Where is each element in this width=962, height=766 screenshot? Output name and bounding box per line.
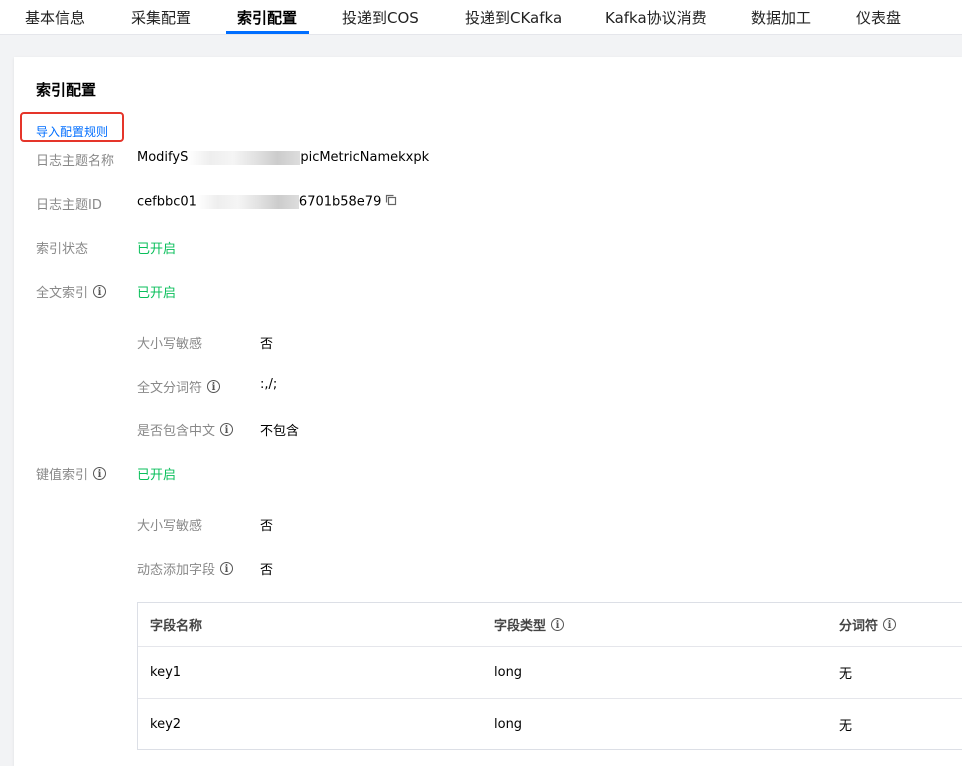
tokenizer-value: :,/;: [260, 377, 278, 392]
field-type-cell: long: [494, 717, 523, 732]
info-icon[interactable]: i: [220, 423, 234, 436]
import-config-rules-link[interactable]: 导入配置规则: [36, 123, 108, 140]
info-icon[interactable]: i: [883, 618, 897, 631]
column-header-field-type: 字段类型 i: [494, 603, 565, 646]
tab-bar: 基本信息 采集配置 索引配置 投递到COS 投递到CKafka Kafka协议消…: [0, 0, 962, 35]
tab-ship-to-ckafka[interactable]: 投递到CKafka: [465, 0, 562, 34]
info-icon[interactable]: i: [551, 618, 565, 631]
column-header-field-name: 字段名称: [150, 619, 203, 634]
include-chinese-label: 是否包含中文 i: [137, 420, 234, 439]
full-text-index-label: 全文索引 i: [36, 282, 107, 301]
topic-id-value: cefbbc01 6701b58e79: [137, 194, 397, 210]
field-type-cell: long: [494, 665, 523, 680]
kv-case-sensitive-label: 大小写敏感: [137, 519, 203, 534]
table-row: key1 long 无: [138, 647, 962, 699]
kv-case-sensitive-value: 否: [260, 519, 274, 534]
kv-index-value: 已开启: [137, 468, 177, 483]
topic-name-label: 日志主题名称: [36, 154, 115, 169]
dynamic-fields-value: 否: [260, 563, 274, 578]
tab-data-processing[interactable]: 数据加工: [751, 0, 811, 34]
index-status-label: 索引状态: [36, 242, 89, 257]
section-title: 索引配置: [36, 81, 97, 99]
tokenizer-cell: 无: [839, 667, 853, 682]
tokenizer-cell: 无: [839, 719, 853, 734]
tab-ship-to-cos[interactable]: 投递到COS: [342, 0, 419, 34]
tab-kafka-consumption[interactable]: Kafka协议消费: [605, 0, 707, 34]
redacted-blur: [196, 195, 299, 209]
index-status-value: 已开启: [137, 242, 177, 257]
table-header-row: 字段名称 字段类型 i 分词符 i: [138, 603, 962, 647]
info-icon[interactable]: i: [220, 562, 234, 575]
info-icon[interactable]: i: [93, 285, 107, 298]
full-text-case-sensitive-value: 否: [260, 337, 274, 352]
tab-collection-config[interactable]: 采集配置: [131, 0, 191, 34]
index-config-panel: 索引配置 导入配置规则 日志主题名称 ModifyS picMetricNamek…: [14, 57, 962, 766]
tab-dashboard[interactable]: 仪表盘: [856, 0, 901, 34]
topic-name-value: ModifyS picMetricNamekxpk: [137, 150, 430, 165]
info-icon[interactable]: i: [207, 380, 221, 393]
topic-id-label: 日志主题ID: [36, 198, 102, 213]
full-text-case-sensitive-label: 大小写敏感: [137, 337, 203, 352]
redacted-blur: [188, 150, 301, 165]
kv-index-label: 键值索引 i: [36, 464, 107, 483]
tokenizer-label: 全文分词符 i: [137, 377, 221, 396]
info-icon[interactable]: i: [93, 467, 107, 480]
tab-index-config[interactable]: 索引配置: [237, 0, 297, 34]
include-chinese-value: 不包含: [260, 424, 300, 439]
active-tab-indicator: [226, 31, 309, 34]
copy-icon[interactable]: [385, 194, 397, 210]
tab-basic-info[interactable]: 基本信息: [25, 0, 85, 34]
field-name-cell: key2: [150, 717, 182, 732]
dynamic-fields-label: 动态添加字段 i: [137, 559, 234, 578]
column-header-tokenizer: 分词符 i: [839, 603, 897, 646]
table-row: key2 long 无: [138, 699, 962, 750]
full-text-index-value: 已开启: [137, 286, 177, 301]
field-name-cell: key1: [150, 665, 182, 680]
field-table: 字段名称 字段类型 i 分词符 i key1 long 无 key2 long 无: [137, 602, 962, 750]
